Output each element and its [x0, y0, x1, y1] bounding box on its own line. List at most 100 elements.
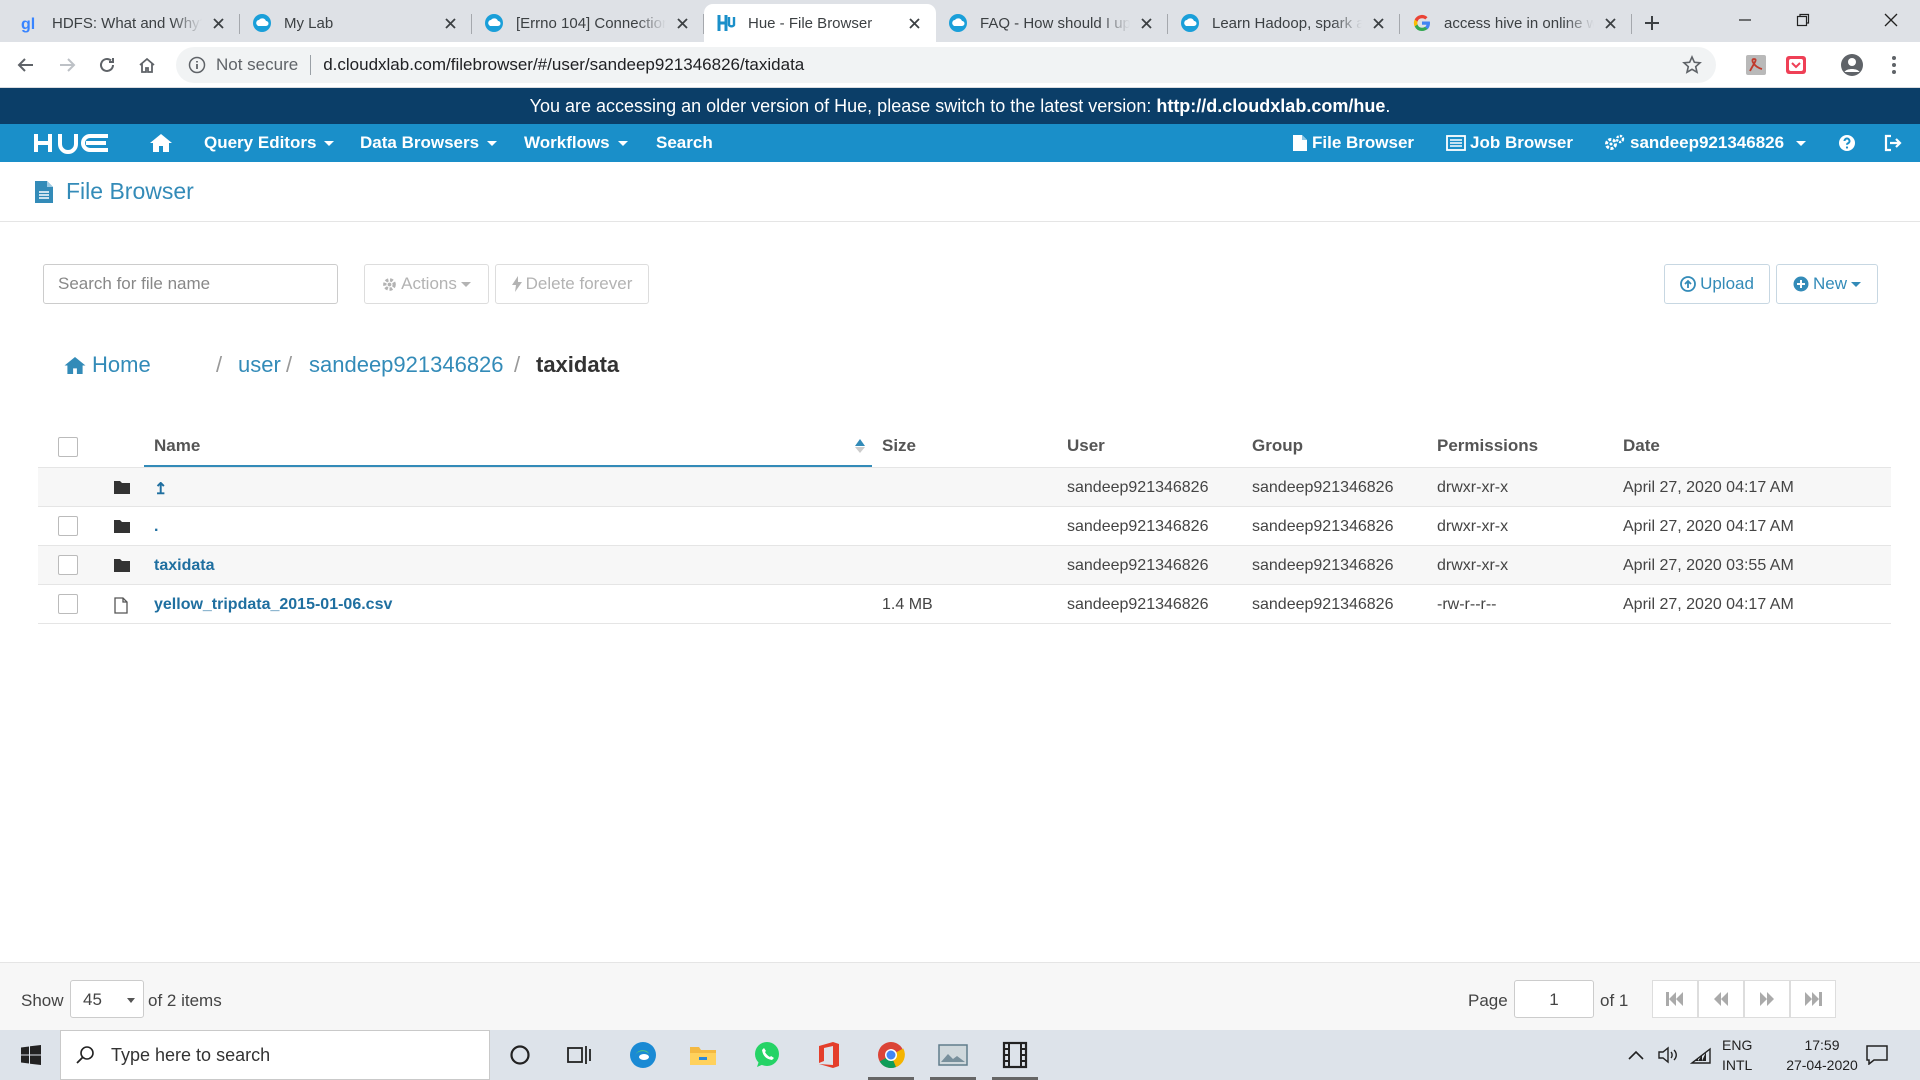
hue-logo[interactable]: [34, 124, 110, 162]
browser-tab[interactable]: [Errno 104] Connection reset: [472, 4, 704, 42]
row-checkbox[interactable]: [58, 516, 78, 536]
taskbar-file-explorer[interactable]: [674, 1030, 732, 1080]
forward-button[interactable]: [51, 49, 83, 81]
profile-avatar-icon[interactable]: [1840, 53, 1864, 77]
nav-data-browsers[interactable]: Data Browsers: [360, 124, 498, 162]
close-tab-icon[interactable]: [1136, 13, 1156, 33]
nav-user-menu[interactable]: sandeep921346826: [1604, 124, 1807, 162]
minimize-button[interactable]: [1716, 0, 1774, 40]
browser-tab[interactable]: Learn Hadoop, spark and: [1168, 4, 1400, 42]
google-icon: [1412, 13, 1432, 33]
row-checkbox[interactable]: [58, 555, 78, 575]
taskbar-chrome[interactable]: [862, 1030, 920, 1080]
file-name-link[interactable]: .: [154, 518, 158, 536]
column-header-permissions[interactable]: Permissions: [1437, 436, 1538, 456]
pdf-extension-icon[interactable]: [1744, 53, 1768, 77]
more-menu-icon[interactable]: [1882, 53, 1906, 77]
tray-show-hidden[interactable]: [1628, 1030, 1644, 1080]
start-button[interactable]: [2, 1030, 60, 1080]
nav-query-editors[interactable]: Query Editors: [204, 124, 335, 162]
restore-button[interactable]: [1774, 0, 1832, 40]
browser-tab[interactable]: gl HDFS: What and Why?: [8, 4, 240, 42]
column-header-user[interactable]: User: [1067, 436, 1105, 456]
address-bar[interactable]: Not secure d.cloudxlab.com/filebrowser/#…: [176, 47, 1716, 83]
tray-network[interactable]: [1690, 1030, 1712, 1080]
home-button[interactable]: [131, 49, 163, 81]
file-name-link[interactable]: taxidata: [154, 557, 214, 575]
browser-tab[interactable]: access hive in online web: [1400, 4, 1632, 42]
close-tab-icon[interactable]: [1600, 13, 1620, 33]
reload-button[interactable]: [91, 49, 123, 81]
cortana-button[interactable]: [491, 1030, 549, 1080]
last-page-button[interactable]: [1790, 980, 1836, 1018]
column-header-name[interactable]: Name: [154, 436, 200, 456]
browser-tab[interactable]: My Lab: [240, 4, 472, 42]
table-row[interactable]: . sandeep921346826 sandeep921346826 drwxr-x…: [38, 507, 1891, 546]
pocket-extension-icon[interactable]: [1784, 53, 1808, 77]
bookmark-star-icon[interactable]: [1682, 55, 1702, 75]
nav-job-browser[interactable]: Job Browser: [1446, 124, 1573, 162]
taskbar-edge[interactable]: [614, 1030, 672, 1080]
page-size-select[interactable]: 45: [70, 980, 144, 1018]
back-button[interactable]: [10, 49, 42, 81]
column-header-date[interactable]: Date: [1623, 436, 1660, 456]
taskbar-whatsapp[interactable]: [738, 1030, 796, 1080]
notification-icon: [1866, 1045, 1888, 1065]
banner-link[interactable]: http://d.cloudxlab.com/hue: [1156, 96, 1385, 116]
previous-page-button[interactable]: [1698, 980, 1744, 1018]
table-row[interactable]: taxidata sandeep921346826 sandeep921346826…: [38, 546, 1891, 585]
first-page-button[interactable]: [1652, 980, 1698, 1018]
taskbar-search-box[interactable]: Type here to search: [60, 1030, 490, 1080]
close-tab-icon[interactable]: [1368, 13, 1388, 33]
close-tab-icon[interactable]: [904, 13, 924, 33]
table-row[interactable]: yellow_tripdata_2015-01-06.csv 1.4 MB sand…: [38, 585, 1891, 624]
breadcrumb-user[interactable]: user: [238, 352, 281, 378]
tray-language[interactable]: ENG INTL: [1722, 1030, 1752, 1080]
nav-home-button[interactable]: [150, 124, 172, 162]
tray-notifications[interactable]: [1866, 1030, 1888, 1080]
file-name-link[interactable]: yellow_tripdata_2015-01-06.csv: [154, 596, 392, 614]
column-header-group[interactable]: Group: [1252, 436, 1303, 456]
file-name-link[interactable]: ↥: [154, 479, 167, 499]
nav-help-button[interactable]: [1838, 124, 1856, 162]
close-tab-icon[interactable]: [672, 13, 692, 33]
breadcrumb-home[interactable]: Home: [64, 352, 151, 378]
upload-button[interactable]: Upload: [1664, 264, 1770, 304]
nav-workflows[interactable]: Workflows: [524, 124, 628, 162]
taskbar-office[interactable]: [800, 1030, 858, 1080]
next-page-button[interactable]: [1744, 980, 1790, 1018]
taskbar-photos[interactable]: [924, 1030, 982, 1080]
table-row[interactable]: ↥ sandeep921346826 sandeep921346826 drwxr-x…: [38, 468, 1891, 507]
browser-tab[interactable]: Hue - File Browser: [704, 4, 936, 42]
new-tab-button[interactable]: [1632, 4, 1672, 42]
upload-label: Upload: [1700, 274, 1754, 293]
nav-data-browsers-label: Data Browsers: [360, 133, 480, 152]
browser-tab[interactable]: FAQ - How should I upload: [936, 4, 1168, 42]
delete-forever-button[interactable]: Delete forever: [495, 264, 649, 304]
select-all-checkbox[interactable]: [58, 437, 78, 457]
new-button[interactable]: New: [1776, 264, 1878, 304]
close-tab-icon[interactable]: [440, 13, 460, 33]
sort-asc-icon[interactable]: [854, 438, 866, 454]
chevron-down-icon: [1851, 281, 1861, 287]
close-window-button[interactable]: [1862, 0, 1920, 40]
cloudxlab-icon: [1180, 13, 1200, 33]
page-number-input[interactable]: 1: [1514, 980, 1594, 1018]
file-search-input[interactable]: [43, 264, 338, 304]
close-tab-icon[interactable]: [208, 13, 228, 33]
column-header-size[interactable]: Size: [882, 436, 916, 456]
nav-search[interactable]: Search: [656, 124, 713, 162]
taskbar-video-editor[interactable]: [986, 1030, 1044, 1080]
nav-file-browser[interactable]: File Browser: [1292, 124, 1414, 162]
tray-volume[interactable]: [1658, 1030, 1680, 1080]
total-pages-label: of 1: [1600, 991, 1629, 1010]
info-icon[interactable]: [188, 56, 206, 74]
task-view-button[interactable]: [550, 1030, 608, 1080]
nav-logout-button[interactable]: [1884, 124, 1902, 162]
tray-clock[interactable]: 17:59 27-04-2020: [1770, 1030, 1874, 1080]
url-text[interactable]: d.cloudxlab.com/filebrowser/#/user/sande…: [323, 55, 804, 75]
row-checkbox[interactable]: [58, 594, 78, 614]
actions-button[interactable]: Actions: [364, 264, 489, 304]
breadcrumb-sandeep921346826[interactable]: sandeep921346826: [309, 352, 504, 378]
not-secure-label: Not secure: [216, 55, 299, 74]
